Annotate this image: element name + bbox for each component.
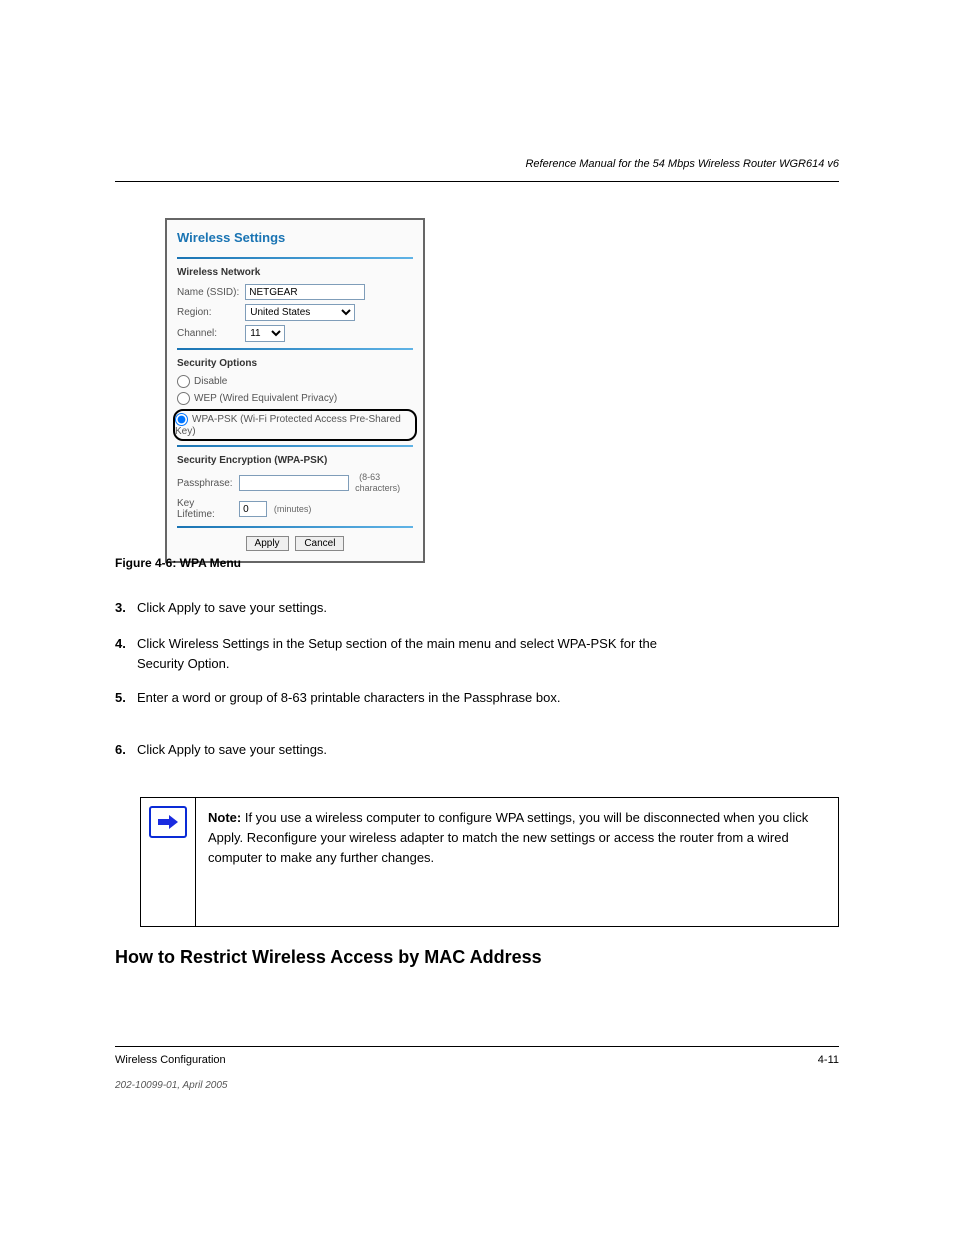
region-select[interactable]: United States bbox=[245, 304, 355, 321]
footer-rule bbox=[115, 1046, 839, 1047]
radio-wpa-psk-label: WPA-PSK (Wi-Fi Protected Access Pre-Shar… bbox=[175, 414, 401, 437]
ssid-label: Name (SSID): bbox=[177, 282, 245, 302]
encryption-fields-table: Passphrase: (8-63 characters) Key Lifeti… bbox=[177, 470, 413, 522]
key-lifetime-unit: (minutes) bbox=[274, 504, 312, 514]
region-label: Region: bbox=[177, 302, 245, 323]
footer-section-name: Wireless Configuration bbox=[115, 1054, 226, 1066]
ssid-input[interactable] bbox=[245, 284, 365, 300]
footer-version: 202-10099-01, April 2005 bbox=[115, 1080, 228, 1091]
section-security-options: Security Options bbox=[177, 358, 413, 369]
cancel-button[interactable]: Cancel bbox=[295, 536, 344, 551]
apply-button[interactable]: Apply bbox=[246, 536, 289, 551]
note-icon-cell bbox=[141, 798, 196, 926]
network-fields-table: Name (SSID): Region: United States Chann… bbox=[177, 282, 371, 344]
radio-disable[interactable] bbox=[177, 375, 190, 388]
channel-label: Channel: bbox=[177, 323, 245, 344]
section-heading-mac-restrict: How to Restrict Wireless Access by MAC A… bbox=[115, 944, 839, 971]
step-4: 4.Click Wireless Settings in the Setup s… bbox=[115, 634, 839, 673]
header-rule bbox=[115, 181, 839, 182]
key-lifetime-label: Key Lifetime: bbox=[177, 496, 239, 522]
radio-wep-label: WEP (Wired Equivalent Privacy) bbox=[194, 393, 337, 404]
step-5: 5.Enter a word or group of 8-63 printabl… bbox=[115, 688, 839, 708]
separator bbox=[177, 348, 413, 350]
passphrase-label: Passphrase: bbox=[177, 470, 239, 496]
header-manual-title: Reference Manual for the 54 Mbps Wireles… bbox=[525, 158, 839, 170]
step-3: 3.Click Apply to save your settings. bbox=[115, 598, 839, 618]
wireless-settings-screenshot: Wireless Settings Wireless Network Name … bbox=[165, 218, 425, 563]
figure-caption: Figure 4-6: WPA Menu bbox=[115, 556, 241, 570]
note-box: Note: If you use a wireless computer to … bbox=[140, 797, 839, 927]
radio-disable-label: Disable bbox=[194, 376, 227, 387]
note-text: Note: If you use a wireless computer to … bbox=[196, 798, 838, 926]
security-option-wpa-psk[interactable]: WPA-PSK (Wi-Fi Protected Access Pre-Shar… bbox=[173, 409, 417, 441]
step-6: 6.Click Apply to save your settings. bbox=[115, 740, 839, 760]
passphrase-hint: (8-63 characters) bbox=[355, 472, 400, 493]
channel-select[interactable]: 11 bbox=[245, 325, 285, 342]
radio-wep[interactable] bbox=[177, 392, 190, 405]
security-option-wep[interactable]: WEP (Wired Equivalent Privacy) bbox=[177, 390, 413, 407]
arrow-right-icon bbox=[149, 806, 187, 838]
section-wireless-network: Wireless Network bbox=[177, 267, 413, 278]
panel-title: Wireless Settings bbox=[177, 230, 413, 245]
footer-page-number: 4-11 bbox=[818, 1054, 839, 1066]
separator bbox=[177, 257, 413, 259]
passphrase-input[interactable] bbox=[239, 475, 349, 491]
separator bbox=[177, 445, 413, 447]
radio-wpa-psk[interactable] bbox=[175, 413, 188, 426]
key-lifetime-input[interactable] bbox=[239, 501, 267, 517]
separator bbox=[177, 526, 413, 528]
security-option-disable[interactable]: Disable bbox=[177, 373, 413, 390]
section-encryption: Security Encryption (WPA-PSK) bbox=[177, 455, 413, 466]
